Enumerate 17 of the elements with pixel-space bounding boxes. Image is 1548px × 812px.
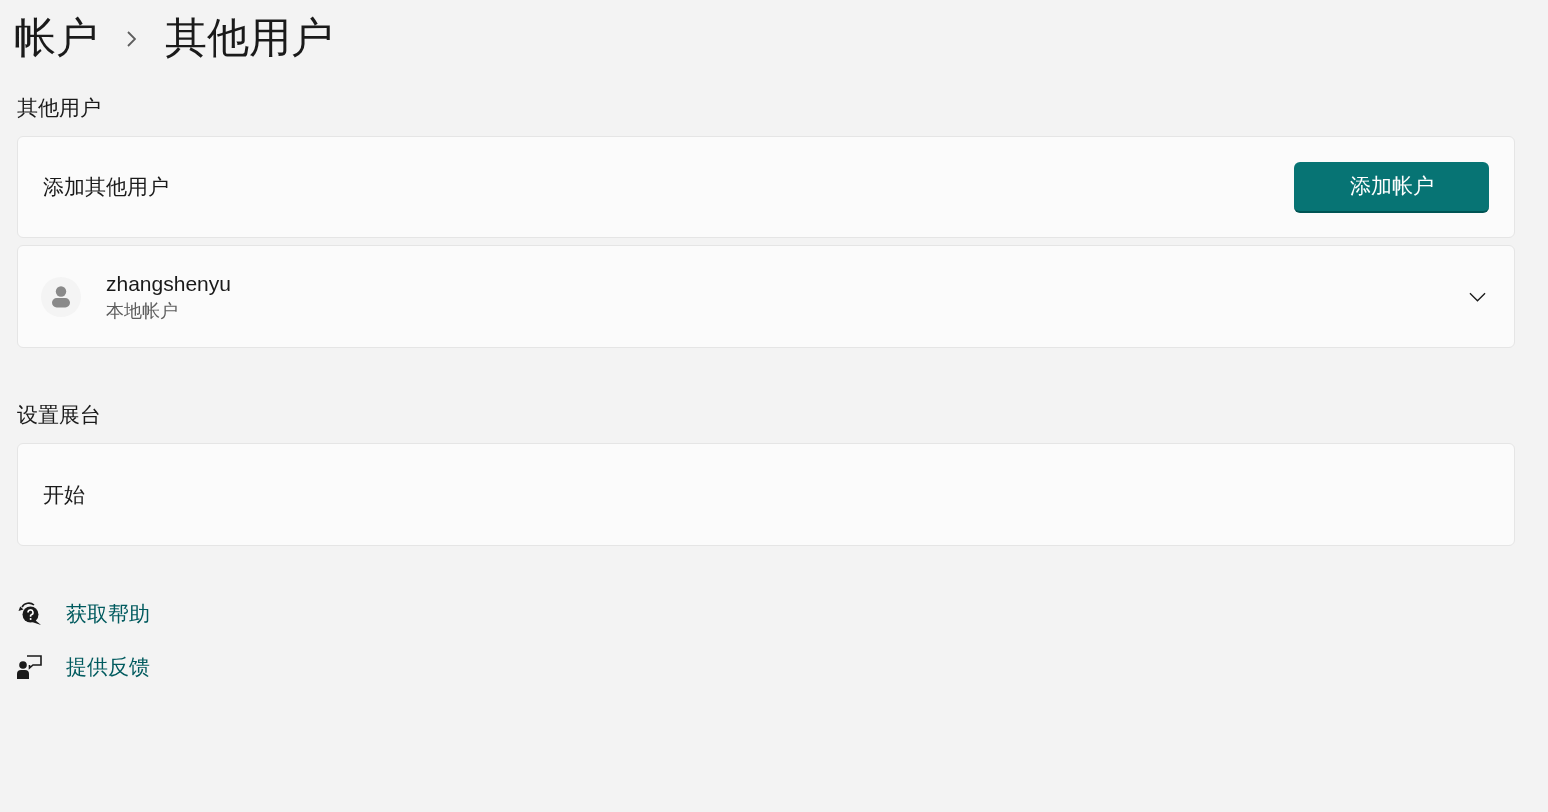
- breadcrumb-separator-icon: [127, 31, 136, 47]
- help-link[interactable]: 获取帮助: [66, 599, 150, 629]
- page-title: 其他用户: [165, 13, 333, 63]
- card-label: 添加其他用户: [43, 174, 169, 201]
- account-name: zhangshenyu: [106, 270, 231, 297]
- avatar-icon: [41, 276, 81, 317]
- help-icon: [17, 602, 42, 626]
- feedback-link[interactable]: 提供反馈: [66, 652, 150, 682]
- add-account-button[interactable]: 添加帐户: [1294, 161, 1489, 213]
- section-heading: 其他用户: [17, 95, 101, 121]
- section-heading: 设置展台: [17, 402, 101, 428]
- feedback-icon: [17, 655, 42, 679]
- settings-card[interactable]: 开始: [17, 443, 1515, 546]
- card-label: 开始: [43, 481, 85, 508]
- account-type: 本地帐户: [106, 299, 179, 323]
- account-card[interactable]: zhangshenyu 本地帐户: [17, 245, 1515, 348]
- breadcrumb-link[interactable]: 帐户: [14, 12, 98, 64]
